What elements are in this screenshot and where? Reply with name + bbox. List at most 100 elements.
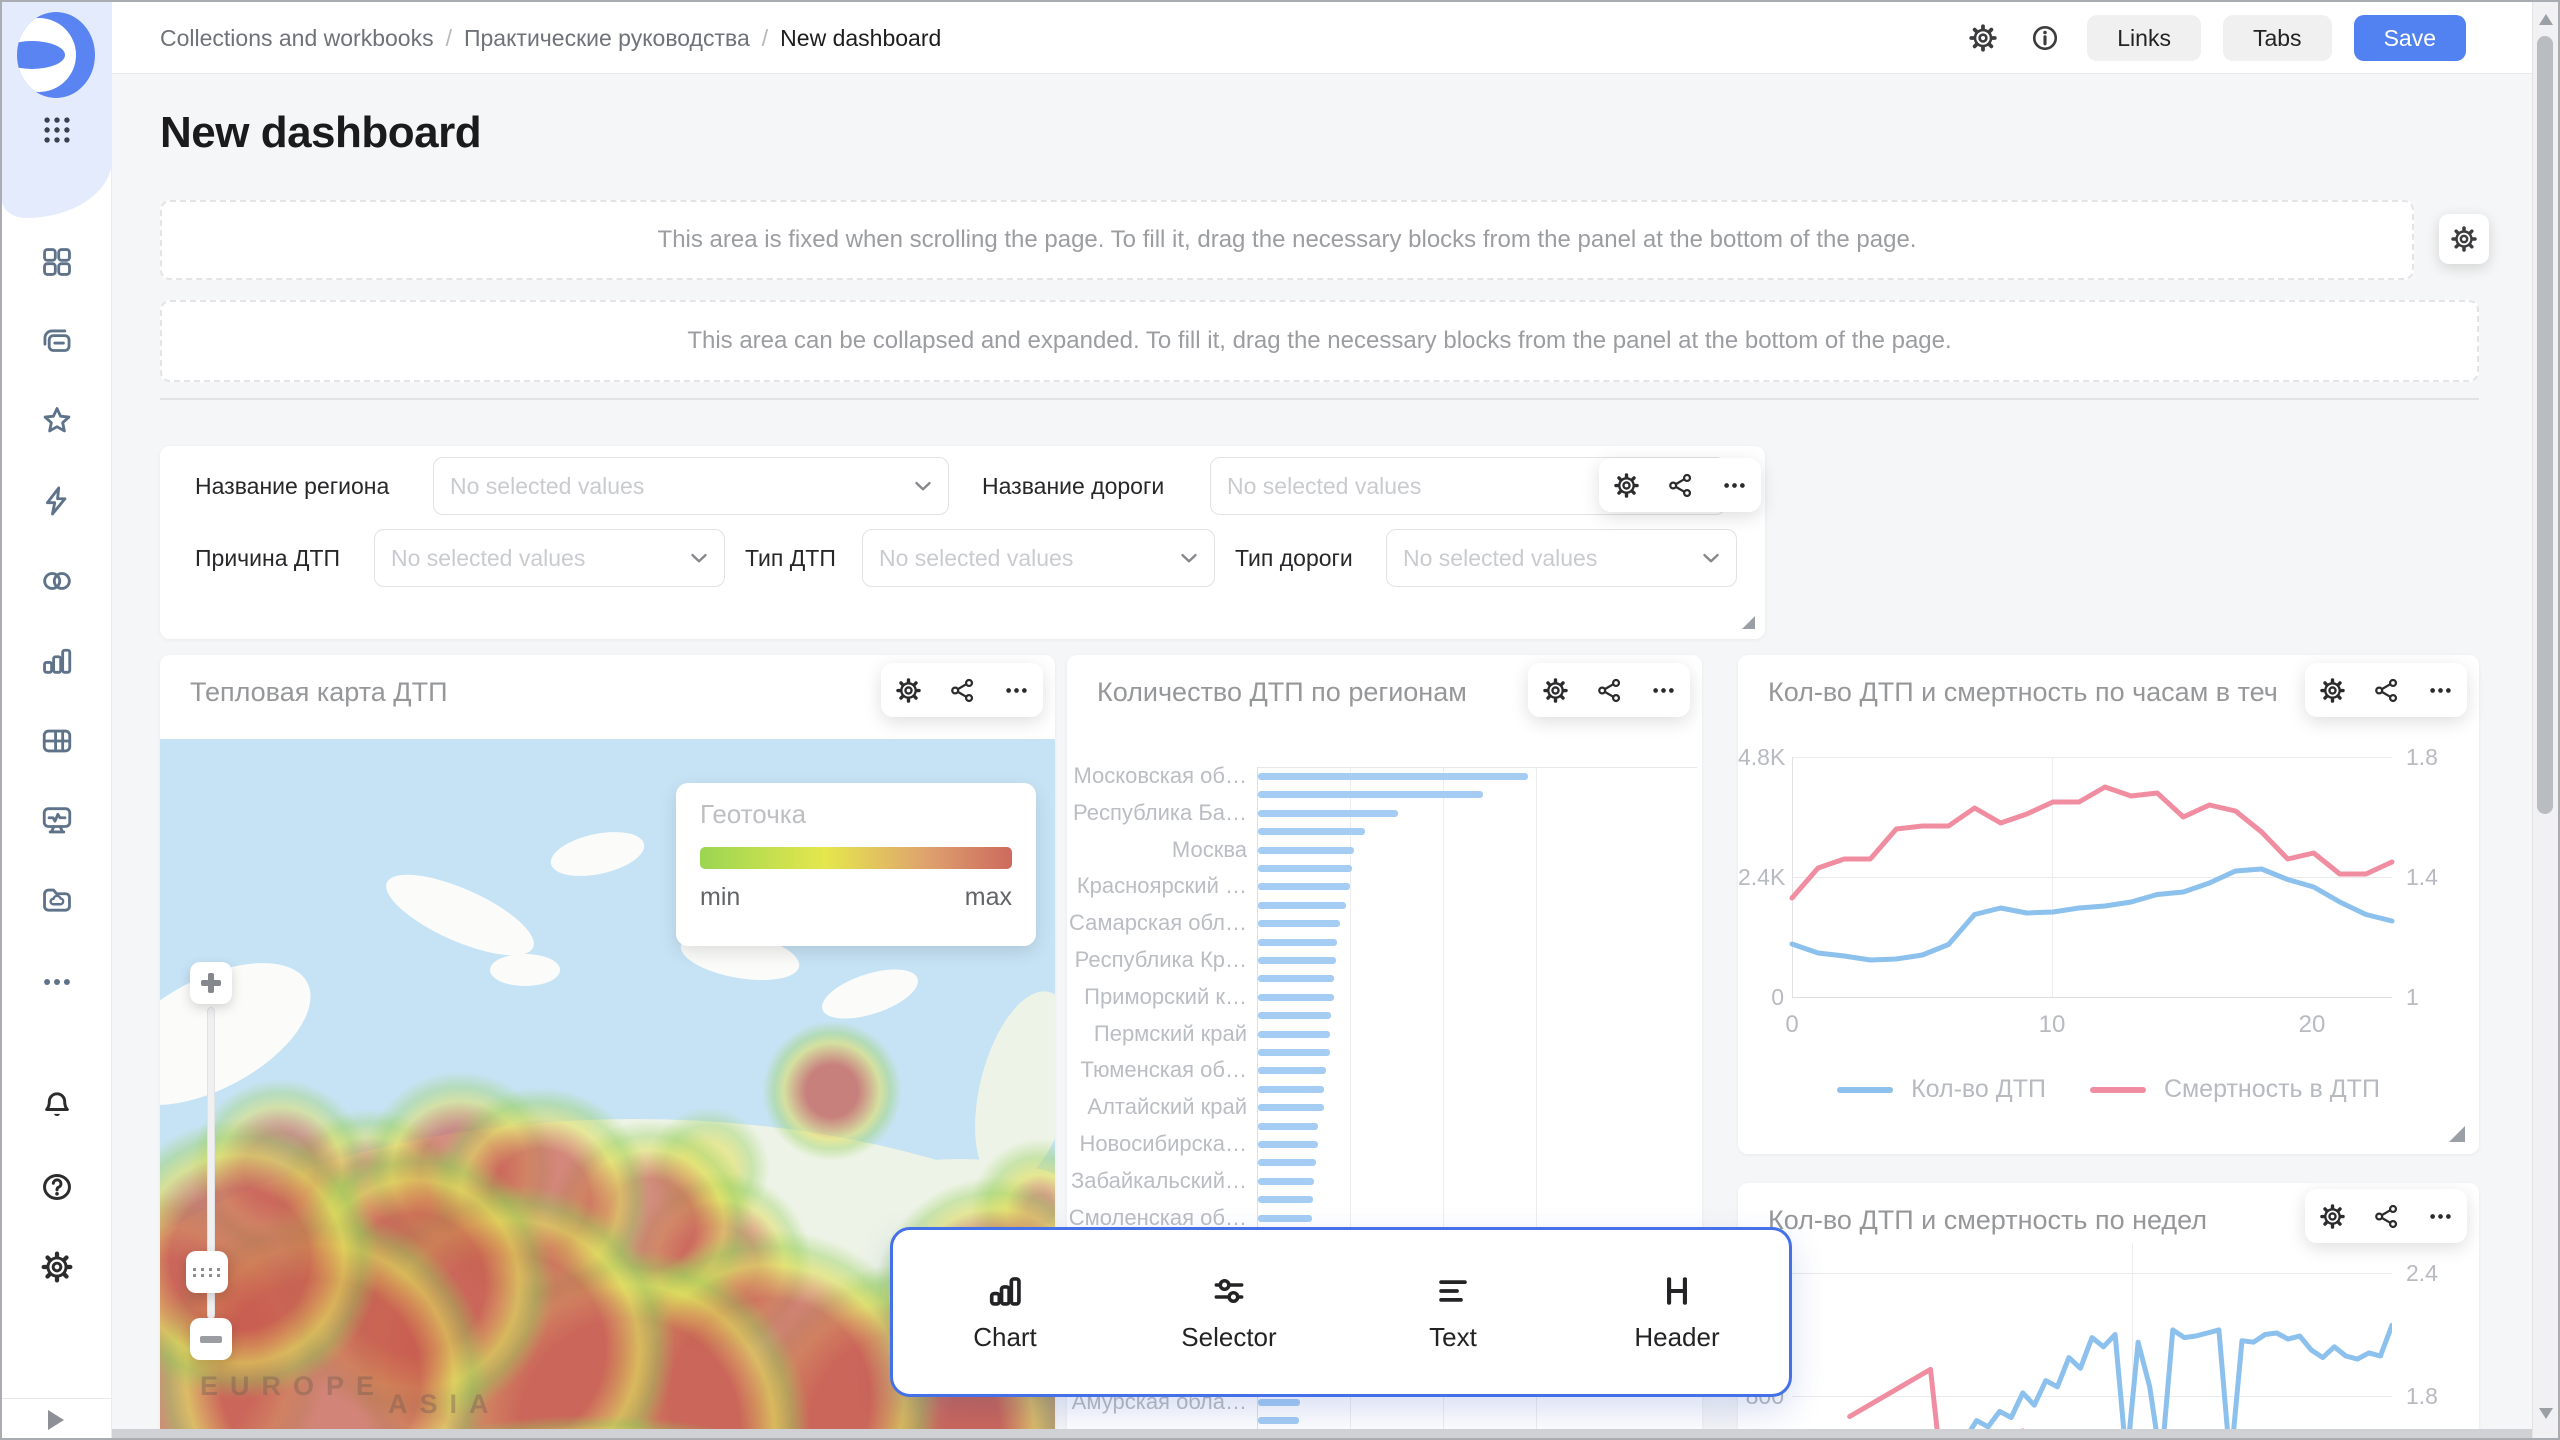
collapsible-drop-area[interactable]: This area can be collapsed and expanded.… bbox=[160, 300, 2479, 382]
bar[interactable] bbox=[1258, 939, 1337, 946]
bar[interactable] bbox=[1258, 1012, 1331, 1019]
weekly-lines-plot[interactable] bbox=[1792, 1213, 2392, 1440]
bar[interactable] bbox=[1258, 1104, 1324, 1111]
bar[interactable] bbox=[1258, 1178, 1314, 1185]
scroll-down-arrow[interactable] bbox=[2539, 1408, 2553, 1419]
scroll-up-arrow[interactable] bbox=[2539, 14, 2553, 25]
bar[interactable] bbox=[1258, 883, 1350, 890]
dashboard-settings-button[interactable] bbox=[1963, 18, 2003, 58]
bar[interactable] bbox=[1258, 920, 1340, 927]
region-select[interactable]: No selected values bbox=[433, 457, 949, 515]
legend-label-accidents[interactable]: Кол-во ДТП bbox=[1911, 1075, 2046, 1104]
bar[interactable] bbox=[1258, 1159, 1316, 1166]
bar[interactable] bbox=[1258, 1031, 1330, 1038]
widget-links-button[interactable] bbox=[2366, 670, 2406, 710]
tabs-button[interactable]: Tabs bbox=[2223, 15, 2332, 61]
widget-more-button[interactable] bbox=[1643, 670, 1683, 710]
cause-select[interactable]: No selected values bbox=[374, 529, 725, 587]
widget-links-button[interactable] bbox=[1660, 465, 1700, 505]
settings-button[interactable] bbox=[40, 1250, 74, 1284]
sidebar-item-monitoring[interactable] bbox=[40, 803, 74, 837]
vertical-scrollbar[interactable] bbox=[2532, 2, 2558, 1440]
breadcrumb-workbook[interactable]: Практические руководства bbox=[464, 25, 750, 52]
line-chart-actions bbox=[2305, 663, 2467, 717]
sidebar-item-more[interactable] bbox=[40, 965, 74, 999]
bar[interactable] bbox=[1258, 1196, 1313, 1203]
sidebar-item-storage[interactable] bbox=[40, 883, 74, 917]
share-flow-icon bbox=[2373, 677, 2400, 704]
bar[interactable] bbox=[1258, 975, 1334, 982]
add-chart-button[interactable]: Chart bbox=[893, 1272, 1117, 1353]
save-button[interactable]: Save bbox=[2354, 15, 2466, 61]
road-type-select[interactable]: No selected values bbox=[1386, 529, 1737, 587]
widget-more-button[interactable] bbox=[2420, 670, 2460, 710]
horizontal-scrollbar[interactable] bbox=[112, 1429, 2536, 1440]
widget-links-button[interactable] bbox=[942, 670, 982, 710]
sidebar-item-charts[interactable] bbox=[40, 644, 74, 678]
expand-sidebar-icon[interactable] bbox=[48, 1410, 64, 1430]
widget-settings-button[interactable] bbox=[888, 670, 928, 710]
hourly-lines-plot[interactable] bbox=[1792, 745, 2392, 1015]
bar[interactable] bbox=[1258, 1215, 1312, 1222]
widget-settings-button[interactable] bbox=[1535, 670, 1575, 710]
add-header-button[interactable]: Header bbox=[1565, 1272, 1789, 1353]
widget-links-button[interactable] bbox=[1589, 670, 1629, 710]
bar[interactable] bbox=[1258, 957, 1336, 964]
legend-layer-name: Геоточка bbox=[700, 799, 806, 830]
widget-links-button[interactable] bbox=[2366, 1196, 2406, 1236]
gear-icon bbox=[895, 677, 922, 704]
help-button[interactable] bbox=[40, 1170, 74, 1204]
bar[interactable] bbox=[1258, 1123, 1318, 1130]
sidebar-item-tables[interactable] bbox=[40, 724, 74, 758]
sidebar-item-favorites[interactable] bbox=[40, 404, 74, 438]
apps-grid-icon[interactable] bbox=[40, 113, 74, 147]
widget-more-button[interactable] bbox=[1714, 465, 1754, 505]
add-text-button[interactable]: Text bbox=[1341, 1272, 1565, 1353]
map-zoom-in-button[interactable] bbox=[190, 962, 232, 1004]
fixed-area-settings-button[interactable] bbox=[2439, 214, 2489, 264]
region-select-value: No selected values bbox=[450, 473, 644, 500]
bar[interactable] bbox=[1258, 902, 1346, 909]
bar[interactable] bbox=[1258, 1141, 1318, 1148]
info-button[interactable] bbox=[2025, 18, 2065, 58]
widget-settings-button[interactable] bbox=[2312, 670, 2352, 710]
sidebar-item-connections[interactable] bbox=[40, 484, 74, 518]
bar[interactable] bbox=[1258, 828, 1365, 835]
series-line-accidents bbox=[1942, 1325, 2392, 1440]
resize-handle[interactable] bbox=[1742, 616, 1755, 629]
widget-more-button[interactable] bbox=[2420, 1196, 2460, 1236]
bar[interactable] bbox=[1258, 1086, 1324, 1093]
bar-row: Республика Ба… bbox=[1067, 804, 1702, 823]
gear-icon bbox=[1542, 677, 1569, 704]
bar[interactable] bbox=[1258, 1067, 1326, 1074]
links-button[interactable]: Links bbox=[2087, 15, 2201, 61]
accident-type-select[interactable]: No selected values bbox=[862, 529, 1215, 587]
breadcrumb-collections[interactable]: Collections and workbooks bbox=[160, 25, 434, 52]
notifications-button[interactable] bbox=[40, 1089, 74, 1123]
accident-type-select-value: No selected values bbox=[879, 545, 1073, 572]
bar[interactable] bbox=[1258, 791, 1483, 798]
sidebar-item-datasets[interactable] bbox=[40, 564, 74, 598]
bar[interactable] bbox=[1258, 773, 1528, 780]
scrollbar-thumb[interactable] bbox=[2537, 36, 2553, 814]
sidebar-item-dashboards[interactable] bbox=[40, 245, 74, 279]
sidebar-item-collections[interactable] bbox=[40, 325, 74, 359]
bar[interactable] bbox=[1258, 1417, 1299, 1424]
resize-handle[interactable] bbox=[2449, 1126, 2465, 1142]
datalens-logo-icon[interactable] bbox=[17, 12, 95, 98]
bar[interactable] bbox=[1258, 1399, 1300, 1406]
map-zoom-out-button[interactable] bbox=[190, 1318, 232, 1360]
legend-label-mortality[interactable]: Смертность в ДТП bbox=[2164, 1075, 2380, 1104]
bar[interactable] bbox=[1258, 865, 1352, 872]
bar[interactable] bbox=[1258, 1049, 1330, 1056]
fixed-drop-area[interactable]: This area is fixed when scrolling the pa… bbox=[160, 200, 2414, 280]
bar[interactable] bbox=[1258, 810, 1398, 817]
widget-settings-button[interactable] bbox=[2312, 1196, 2352, 1236]
add-selector-button[interactable]: Selector bbox=[1117, 1272, 1341, 1353]
bar[interactable] bbox=[1258, 847, 1354, 854]
widget-more-button[interactable] bbox=[996, 670, 1036, 710]
widget-settings-button[interactable] bbox=[1606, 465, 1646, 505]
share-flow-icon bbox=[2373, 1203, 2400, 1230]
map-ruler-button[interactable] bbox=[186, 1251, 228, 1293]
bar[interactable] bbox=[1258, 994, 1334, 1001]
